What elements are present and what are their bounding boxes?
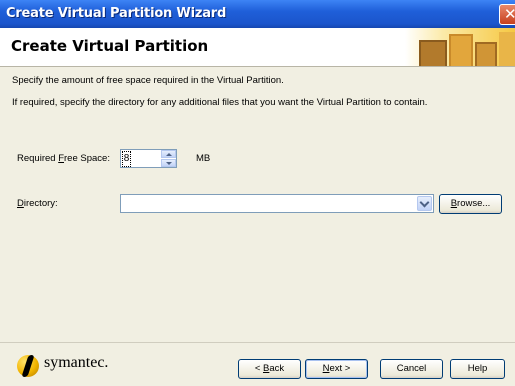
header-banner-icon — [405, 28, 515, 66]
free-space-label: Required Free Space: — [17, 153, 110, 164]
page-title: Create Virtual Partition — [11, 37, 209, 55]
symantec-logo-icon — [17, 355, 39, 377]
content-area: Specify the amount of free space require… — [0, 67, 515, 342]
free-space-unit: MB — [196, 153, 211, 164]
symantec-logo-text: symantec. — [44, 354, 109, 371]
instruction-directory: If required, specify the directory for a… — [12, 97, 428, 108]
close-icon: ✕ — [504, 5, 515, 23]
browse-button[interactable]: Browse... — [439, 194, 502, 214]
wizard-footer: symantec. < Back Next > Cancel Help — [0, 342, 515, 386]
directory-combobox[interactable] — [120, 194, 434, 213]
window-title: Create Virtual Partition Wizard — [6, 6, 227, 21]
free-space-input[interactable]: 8 — [122, 151, 131, 167]
directory-label: Directory: — [17, 198, 58, 209]
close-button[interactable]: ✕ — [499, 4, 515, 25]
dropdown-arrow-icon[interactable] — [417, 196, 432, 211]
free-space-spinner[interactable]: 8 — [120, 149, 177, 168]
instruction-free-space: Specify the amount of free space require… — [12, 75, 284, 86]
spin-down-arrow-icon[interactable] — [161, 159, 176, 167]
wizard-window: Create Virtual Partition Wizard ✕ Create… — [0, 0, 515, 386]
cancel-button[interactable]: Cancel — [380, 359, 443, 379]
spin-up-arrow-icon[interactable] — [161, 150, 176, 158]
title-bar[interactable]: Create Virtual Partition Wizard ✕ — [0, 0, 515, 28]
wizard-header: Create Virtual Partition — [0, 28, 515, 67]
back-button[interactable]: < Back — [238, 359, 301, 379]
help-button[interactable]: Help — [450, 359, 505, 379]
next-button[interactable]: Next > — [305, 359, 368, 379]
